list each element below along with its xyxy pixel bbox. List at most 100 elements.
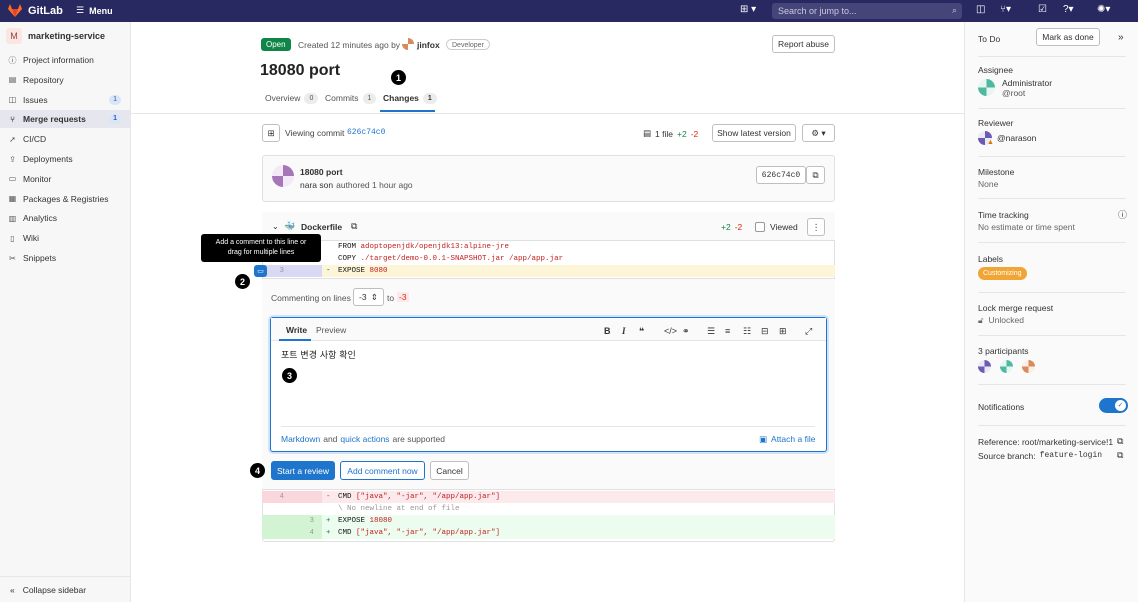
chevron-down-icon[interactable]: ⌄ — [272, 222, 279, 231]
sidebar-item-snippets[interactable]: ✂ Snippets — [0, 249, 131, 267]
sidebar-item-repository[interactable]: ▤ Repository — [0, 71, 131, 89]
sidebar-item-wiki[interactable]: ▯ Wiki — [0, 229, 131, 247]
viewed-label: Viewed — [770, 222, 798, 232]
menu-button[interactable]: ☰ Menu — [76, 5, 113, 16]
attach-file-link[interactable]: ▣ Attach a file — [759, 434, 815, 445]
new-line-number[interactable]: 3 — [292, 515, 322, 527]
label-badge[interactable]: Customizing — [978, 267, 1027, 280]
commit-sha-link[interactable]: 626c74c0 — [347, 128, 385, 137]
line-range-select[interactable]: -3 ⇕ — [353, 288, 384, 306]
issues-nav-icon[interactable]: ◫ — [976, 4, 985, 15]
show-latest-version-button[interactable]: Show latest version — [712, 124, 796, 142]
italic-icon[interactable]: I — [622, 326, 626, 336]
lock-heading: Lock merge request — [978, 303, 1054, 313]
sidebar-item-project-information[interactable]: ⓘ Project information — [0, 51, 131, 69]
copy-sha-button[interactable]: ⧉ — [806, 166, 825, 184]
code-keyword: EXPOSE — [338, 267, 366, 275]
merge-requests-nav-icon[interactable]: ⑂▾ — [1000, 4, 1011, 15]
viewed-checkbox[interactable]: Viewed — [755, 222, 798, 232]
tab-changes[interactable]: Changes 1 — [380, 86, 437, 112]
project-header[interactable]: M marketing-service — [6, 28, 105, 44]
sidebar-item-monitor[interactable]: ▭ Monitor — [0, 170, 131, 188]
participant-avatar[interactable] — [1000, 360, 1013, 373]
file-options-button[interactable]: ⋮ — [807, 218, 825, 236]
sidebar-item-issues[interactable]: ◫ Issues 1 — [0, 91, 131, 109]
collapse-sidebar-button[interactable]: « Collapse sidebar — [0, 576, 131, 602]
diff-settings-dropdown[interactable]: ⚙ ▾ — [802, 124, 835, 142]
checkbox-box — [755, 222, 765, 232]
user-avatar-icon[interactable]: ✺▾ — [1097, 4, 1110, 15]
tab-overview[interactable]: Overview 0 — [265, 93, 319, 104]
numbered-list-icon[interactable]: ≡ — [725, 326, 730, 336]
new-item-icon[interactable]: ⊞ ▾ — [740, 4, 756, 15]
time-tracking-heading: Time tracking — [978, 210, 1029, 220]
bullet-list-icon[interactable]: ☰ — [707, 326, 715, 337]
help-icon[interactable]: ?▾ — [1063, 4, 1074, 15]
assignee-avatar[interactable] — [978, 79, 995, 96]
sidebar-item-label: Project information — [23, 55, 94, 65]
markdown-link[interactable]: Markdown — [281, 434, 320, 444]
participant-avatar[interactable] — [978, 360, 991, 373]
search-input[interactable]: Search or jump to... ⌕ — [772, 3, 962, 19]
collapse-right-sidebar-icon[interactable]: » — [1118, 32, 1124, 43]
file-tree-toggle[interactable]: ⊞ — [262, 124, 280, 142]
tab-preview[interactable]: Preview — [316, 325, 346, 335]
sidebar-item-ci-cd[interactable]: ➚ CI/CD — [0, 130, 131, 148]
add-comment-now-button[interactable]: Add comment now — [340, 461, 425, 480]
help-circle-icon[interactable]: ⓘ — [1118, 208, 1127, 221]
bold-icon[interactable]: B — [604, 326, 611, 336]
task-list-icon[interactable]: ☷ — [743, 326, 751, 337]
diff-sign: + — [326, 529, 331, 537]
time-tracking-value: No estimate or time spent — [978, 222, 1075, 232]
comment-textarea[interactable]: 포트 변경 사항 확인 — [281, 348, 356, 361]
code-text: 18080 — [369, 517, 393, 525]
reviewer-username[interactable]: @narason — [997, 133, 1036, 143]
start-review-button[interactable]: Start a review — [271, 461, 335, 480]
callout-marker: 2 — [235, 274, 250, 289]
collapsible-icon[interactable]: ⊟ — [761, 326, 769, 337]
code-keyword: EXPOSE — [338, 517, 366, 525]
diff-sign: - — [326, 493, 331, 501]
supported-text: are supported — [392, 434, 445, 444]
new-line-number[interactable]: 4 — [292, 527, 322, 539]
sidebar-item-deployments[interactable]: ⇪ Deployments — [0, 150, 131, 168]
assignee-info[interactable]: Administrator @root — [1002, 78, 1052, 98]
source-branch-name: feature-login — [1039, 451, 1103, 460]
commit-sha-box[interactable]: 626c74c0 — [756, 166, 806, 184]
sidebar-item-merge-requests[interactable]: ⑂ Merge requests 1 — [0, 110, 131, 129]
check-icon: ✓ — [1115, 400, 1126, 411]
reference-text: Reference: root/marketing-service!1 — [978, 437, 1114, 447]
fullscreen-icon[interactable]: ⤢ — [805, 326, 812, 337]
todos-nav-icon[interactable]: ☑ — [1038, 4, 1047, 15]
quick-actions-link[interactable]: quick actions — [340, 434, 389, 444]
tab-commits[interactable]: Commits 1 — [325, 93, 377, 104]
file-name[interactable]: Dockerfile — [301, 222, 342, 232]
commit-author[interactable]: nara son — [300, 180, 333, 190]
code-line-added: 3 + EXPOSE 18080 — [262, 515, 835, 527]
mr-author-link[interactable]: jinfox — [417, 40, 440, 50]
copy-reference-icon[interactable]: ⧉ — [1117, 436, 1123, 447]
cancel-button[interactable]: Cancel — [430, 461, 469, 480]
report-abuse-button[interactable]: Report abuse — [772, 35, 835, 53]
code-line-selected[interactable]: 3 - EXPOSE 8080 — [262, 265, 835, 277]
table-icon[interactable]: ⊞ — [779, 326, 787, 337]
sidebar-item-analytics[interactable]: ▥ Analytics — [0, 209, 131, 227]
commit-title[interactable]: 18080 port — [300, 167, 343, 177]
mark-as-done-button[interactable]: Mark as done — [1036, 28, 1100, 46]
link-icon[interactable]: ⚭ — [682, 326, 690, 337]
tab-write[interactable]: Write — [279, 318, 311, 341]
author-avatar[interactable] — [402, 38, 414, 50]
copy-branch-icon[interactable]: ⧉ — [1117, 450, 1123, 461]
quote-icon[interactable]: ❝ — [639, 326, 644, 337]
code-icon[interactable]: </> — [664, 326, 677, 336]
copy-path-icon[interactable]: ⧉ — [351, 221, 357, 232]
notifications-toggle[interactable]: ✓ — [1099, 398, 1128, 413]
old-line-number[interactable]: 4 — [262, 491, 292, 503]
sidebar-item-packages-registries[interactable]: ▦ Packages & Registries — [0, 190, 131, 208]
gitlab-logo[interactable]: GitLab — [8, 4, 63, 17]
snippet-icon: ✂ — [9, 253, 16, 263]
participants-heading: 3 participants — [978, 346, 1029, 356]
commit-author-avatar[interactable] — [272, 165, 294, 187]
add-comment-icon[interactable]: ▭ — [254, 265, 267, 277]
participant-avatar[interactable] — [1022, 360, 1035, 373]
